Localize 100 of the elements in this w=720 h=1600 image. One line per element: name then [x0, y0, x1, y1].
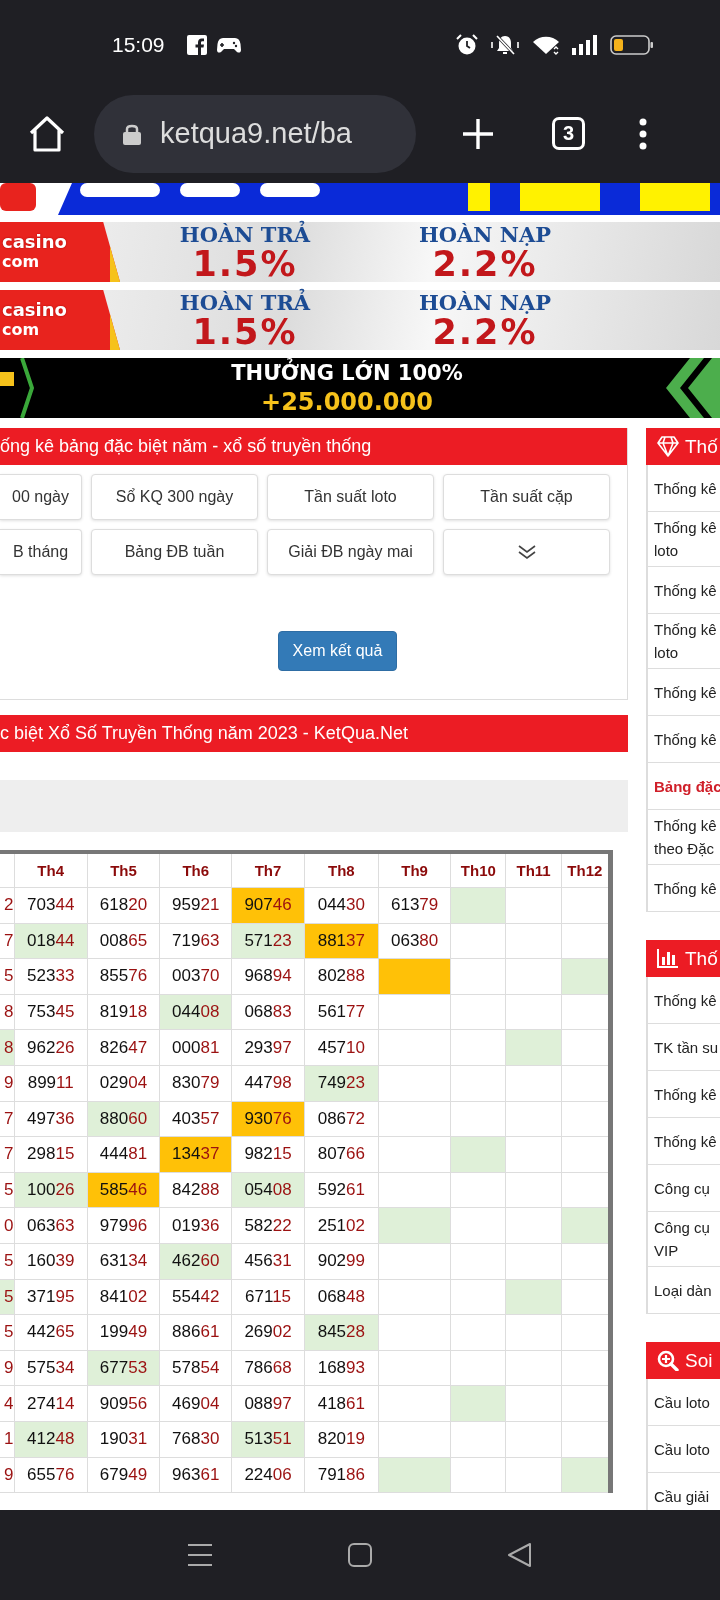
- table-cell: 90746: [231, 887, 305, 924]
- table-cell: 04408: [159, 994, 232, 1030]
- table-cell: 52333: [14, 958, 88, 995]
- sidebar-link[interactable]: TK tần su: [654, 1035, 719, 1059]
- table-cell: 57854: [159, 1350, 232, 1386]
- table-cell: 96226: [14, 1029, 88, 1066]
- sidebar-link[interactable]: Cầu loto: [654, 1390, 710, 1414]
- home-square-icon[interactable]: [347, 1542, 373, 1568]
- sidebar-link[interactable]: Thống kê loto: [654, 516, 720, 562]
- table-cell: 01844: [14, 923, 88, 959]
- option-button[interactable]: Bảng ĐB tuần: [91, 529, 258, 575]
- table-cell: 96361: [159, 1457, 232, 1493]
- table-cell: 49736: [14, 1101, 88, 1137]
- table-cell: 88661: [159, 1314, 232, 1351]
- offer-value: 1.5%: [192, 247, 298, 281]
- sidebar-link[interactable]: Công cụ VIP: [654, 1216, 720, 1262]
- table-cell: [450, 1065, 506, 1102]
- table-cell: [506, 1172, 562, 1208]
- sidebar-link[interactable]: Thống kê: [654, 476, 717, 500]
- table-cell: 29397: [231, 1029, 305, 1066]
- option-button[interactable]: Giải ĐB ngày mai: [267, 529, 434, 575]
- table-cell: 8: [0, 1029, 15, 1066]
- casino-banner-ad[interactable]: casino com HOÀN TRẢ 1.5% HOÀN NẠP 2.2%: [0, 290, 720, 350]
- offer-value: 1.5%: [192, 315, 298, 349]
- table-cell: [450, 1421, 506, 1457]
- column-header: Th11: [506, 852, 562, 888]
- table-cell: 63134: [87, 1243, 160, 1280]
- table-cell: 7: [0, 1101, 15, 1137]
- table-cell: 90299: [304, 1243, 379, 1280]
- option-button[interactable]: Tần suất loto: [267, 474, 434, 520]
- table-cell: 19031: [87, 1421, 160, 1457]
- sidebar-link[interactable]: Thống kê: [654, 988, 717, 1012]
- menu-icon[interactable]: [187, 1543, 213, 1567]
- table-cell: 08672: [304, 1101, 379, 1137]
- table-cell: 40357: [159, 1101, 232, 1137]
- sidebar-link[interactable]: Thống kê: [654, 1082, 717, 1106]
- plus-icon[interactable]: [462, 117, 494, 150]
- table-cell: 85576: [87, 958, 160, 995]
- table-cell: 61820: [87, 887, 160, 924]
- sidebar-link[interactable]: Thống kê: [654, 578, 717, 602]
- sidebar-link[interactable]: Thống kê: [654, 680, 717, 704]
- sidebar-link[interactable]: Thống kê theo Đặc: [654, 814, 720, 860]
- back-icon[interactable]: [507, 1542, 533, 1568]
- tab-count-button[interactable]: 3: [552, 117, 585, 150]
- option-button[interactable]: B tháng: [0, 529, 82, 575]
- panel-title: c biệt Xổ Số Truyền Thống năm 2023 - KetQua.Net: [0, 715, 628, 752]
- table-cell: 56177: [304, 994, 379, 1030]
- casino-logo: casino com: [0, 290, 120, 350]
- table-cell: 78668: [231, 1350, 305, 1386]
- option-button[interactable]: Tần suất cặp: [443, 474, 610, 520]
- table-cell: 13437: [159, 1136, 232, 1173]
- table-cell: 59261: [304, 1172, 379, 1208]
- table-cell: 88137: [304, 923, 379, 959]
- table-cell: 67949: [87, 1457, 160, 1493]
- option-button[interactable]: Sổ KQ 300 ngày: [91, 474, 258, 520]
- bonus-banner-ad[interactable]: THƯỞNG LỚN 100% +25.000.000: [0, 358, 720, 418]
- table-cell: 76830: [159, 1421, 232, 1457]
- sidebar-link[interactable]: Thống kê: [654, 1129, 717, 1153]
- table-cell: [450, 1279, 506, 1315]
- table-cell: 84288: [159, 1172, 232, 1208]
- option-button[interactable]: 00 ngày: [0, 474, 82, 520]
- casino-banner-ad[interactable]: casino com HOÀN TRẢ 1.5% HOÀN NẠP 2.2%: [0, 222, 720, 282]
- table-cell: 19949: [87, 1314, 160, 1351]
- more-menu-icon[interactable]: [639, 117, 647, 150]
- zoom-in-icon: [657, 1350, 679, 1371]
- table-cell: 71963: [159, 923, 232, 959]
- table-cell: 06883: [231, 994, 305, 1030]
- table-cell: 80288: [304, 958, 379, 995]
- table-cell: 44798: [231, 1065, 305, 1102]
- table-cell: 4: [0, 1385, 15, 1422]
- table-cell: [506, 1243, 562, 1280]
- sidebar-title: Thố: [685, 435, 718, 458]
- sidebar-link[interactable]: Thống kê: [654, 727, 717, 751]
- sidebar-link[interactable]: Cầu giải: [654, 1484, 710, 1508]
- table-cell: 8: [0, 994, 15, 1030]
- table-cell: 67115: [231, 1279, 305, 1315]
- table-cell: 82019: [304, 1421, 379, 1457]
- table-cell: [506, 1421, 562, 1457]
- table-cell: 82647: [87, 1029, 160, 1066]
- address-bar[interactable]: ketqua9.net/ba: [94, 94, 416, 173]
- battery-icon: [610, 35, 654, 55]
- sidebar-title: Soi: [685, 1349, 713, 1372]
- sidebar-link[interactable]: Thống kê loto: [654, 618, 720, 664]
- sidebar-link[interactable]: Công cụ: [654, 1176, 710, 1200]
- table-cell: 22406: [231, 1457, 305, 1493]
- home-icon[interactable]: [28, 114, 66, 153]
- table-cell: 06380: [378, 923, 451, 959]
- table-cell: 37195: [14, 1279, 88, 1315]
- sidebar-link[interactable]: Loại dàn: [654, 1278, 712, 1302]
- table-cell: 84528: [304, 1314, 379, 1351]
- column-header: Th10: [450, 852, 506, 888]
- column-header: Th8: [304, 852, 379, 888]
- sidebar-link[interactable]: Cầu loto: [654, 1437, 710, 1461]
- submit-button[interactable]: Xem kết quả: [277, 631, 398, 671]
- sidebar-link[interactable]: Thống kê: [654, 876, 717, 900]
- table-cell: 67753: [87, 1350, 160, 1386]
- table-cell: 74923: [304, 1065, 379, 1102]
- table-cell: 9: [0, 1350, 15, 1386]
- banner-ad-drawing[interactable]: [0, 183, 720, 215]
- table-cell: [506, 887, 562, 924]
